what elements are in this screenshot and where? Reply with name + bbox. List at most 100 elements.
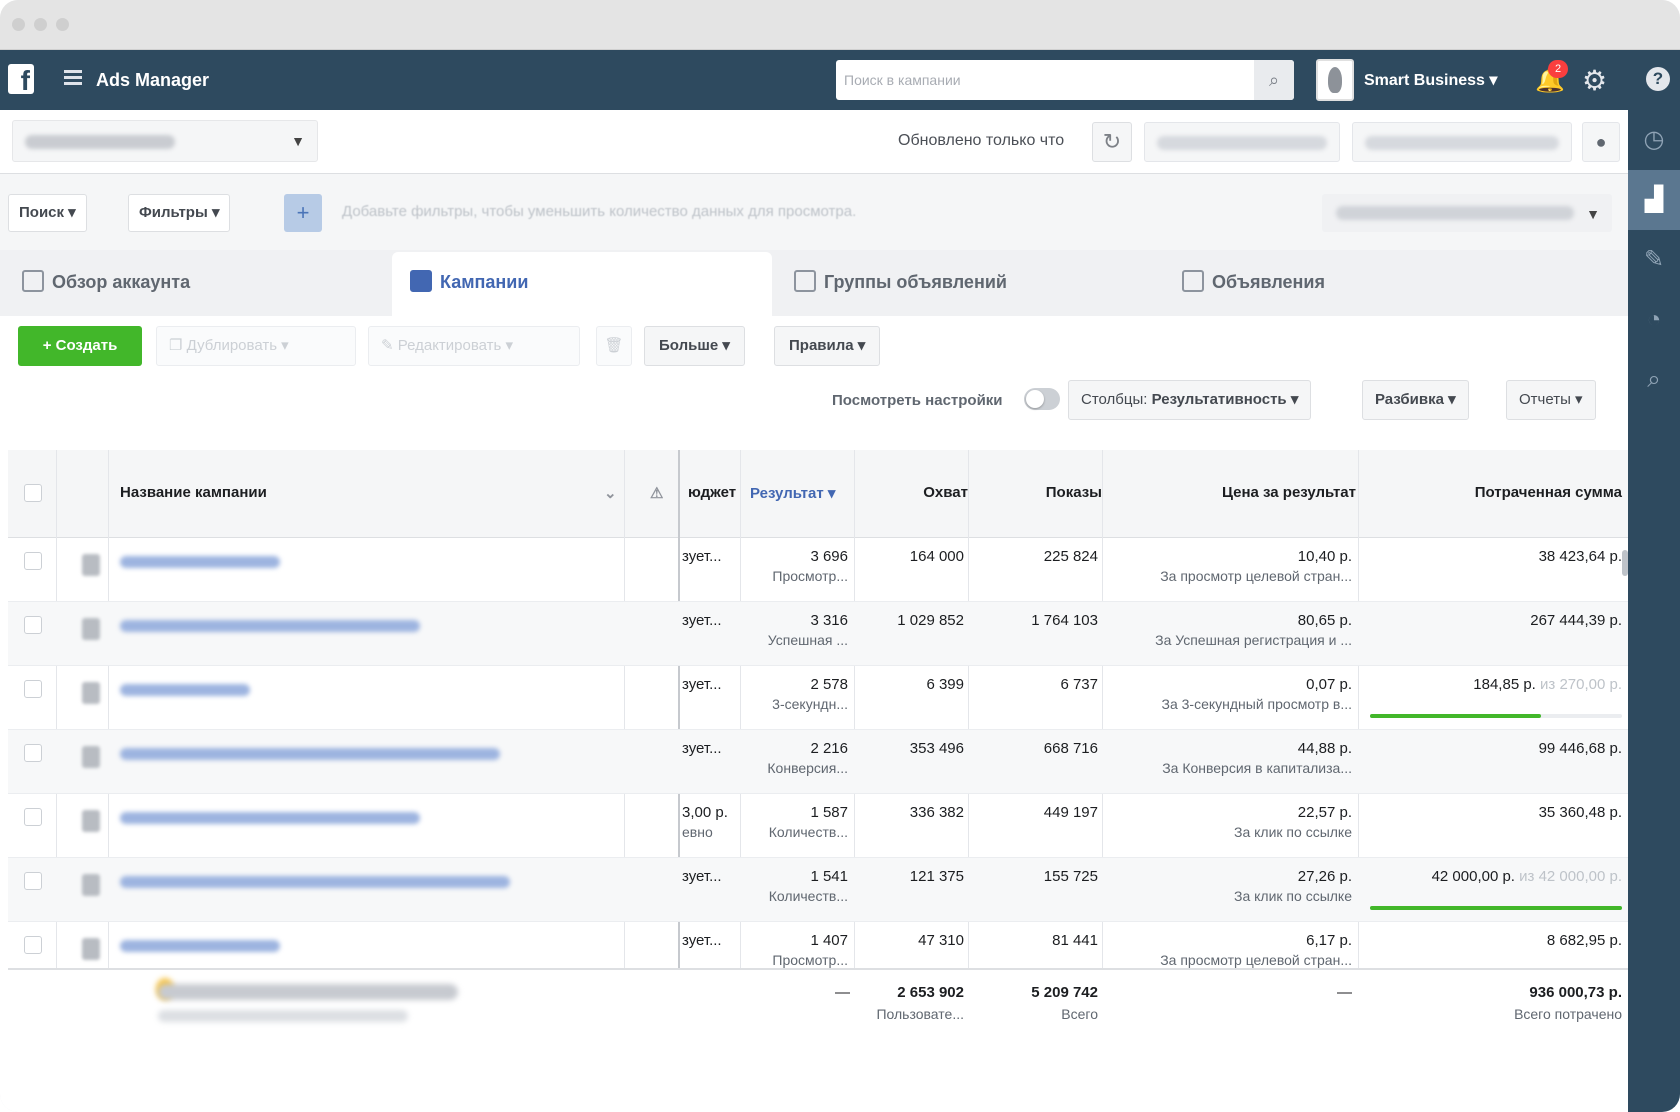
campaign-toolbar: + Создать ❐ Дублировать ▾ ✎ Редактироват… xyxy=(0,316,1628,436)
account-avatar[interactable] xyxy=(1316,59,1354,101)
header-amount-spent[interactable]: Потраченная сумма xyxy=(1368,484,1622,501)
result-value: 1 541 xyxy=(810,868,848,885)
total-spent-note: Всего потрачено xyxy=(1514,1006,1622,1022)
table-row[interactable]: зует... 2 578 3-секундн... 6 399 6 737 0,07 р… xyxy=(8,666,1628,730)
more-dropdown[interactable]: Больше ▾ xyxy=(644,326,745,366)
facebook-logo-icon[interactable]: f xyxy=(8,64,34,96)
campaign-name-link-blurred[interactable] xyxy=(120,556,280,568)
result-type: Успешная ... xyxy=(767,632,848,648)
header-result[interactable]: Результат ▾ xyxy=(750,484,835,502)
account-bar: ▼ Обновлено только что ↻ ● xyxy=(0,110,1628,174)
row-checkbox[interactable] xyxy=(24,936,42,954)
clock-icon[interactable]: ◔ xyxy=(1628,290,1680,350)
campaign-name-link-blurred[interactable] xyxy=(120,748,500,760)
campaign-name-link-blurred[interactable] xyxy=(120,620,420,632)
cost-value: 27,26 р. xyxy=(1297,868,1352,885)
row-checkbox[interactable] xyxy=(24,680,42,698)
spent-budget-note: из 270,00 р. xyxy=(1540,676,1622,693)
campaign-search-input[interactable] xyxy=(844,68,1244,92)
tab-ads[interactable]: Объявления xyxy=(1164,252,1544,316)
row-checkbox[interactable] xyxy=(24,616,42,634)
table-row[interactable]: зует... 3 696 Просмотр... 164 000 225 824 10,… xyxy=(8,538,1628,602)
header-cost-per-result[interactable]: Цена за результат xyxy=(1112,484,1356,501)
result-type: Просмотр... xyxy=(772,952,848,968)
reach-value: 1 029 852 xyxy=(897,612,964,629)
table-row[interactable]: зует... 3 316 Успешная ... 1 029 852 1 764 1… xyxy=(8,602,1628,666)
history-icon[interactable]: ◷ xyxy=(1628,110,1680,170)
campaign-name-link-blurred[interactable] xyxy=(120,876,510,888)
campaign-search: ⌕ xyxy=(836,60,1294,100)
campaign-name-link-blurred[interactable] xyxy=(120,684,250,696)
magnifier-icon[interactable]: ⌕ xyxy=(1628,350,1680,410)
window-close-dot[interactable] xyxy=(12,18,25,31)
discard-changes-button[interactable] xyxy=(1144,122,1340,162)
budget-value: зует... xyxy=(682,548,722,565)
tab-campaigns[interactable]: Кампании xyxy=(392,252,772,316)
header-impressions[interactable]: Показы xyxy=(978,484,1102,501)
create-button[interactable]: + Создать xyxy=(18,326,142,366)
table-row[interactable]: 3,00 р. евно 1 587 Количеств... 336 382 449 1… xyxy=(8,794,1628,858)
sort-icon[interactable]: ⌄ xyxy=(604,484,617,502)
table-row[interactable]: зует... 2 216 Конверсия... 353 496 668 716 44… xyxy=(8,730,1628,794)
result-type: 3-секундн... xyxy=(772,696,848,712)
search-filter-dropdown[interactable]: Поиск ▾ xyxy=(8,194,87,232)
date-range-selector[interactable]: ▼ xyxy=(1322,194,1612,232)
tab-ad-sets[interactable]: Группы объявлений xyxy=(776,252,1156,316)
filters-dropdown[interactable]: Фильтры ▾ xyxy=(128,194,231,232)
ad-account-selector[interactable]: ▼ xyxy=(12,120,318,162)
window-chrome xyxy=(0,0,1680,50)
header-campaign-name[interactable]: Название кампании xyxy=(120,484,267,501)
chart-icon[interactable]: ▟ xyxy=(1628,170,1680,230)
result-value: 1 587 xyxy=(810,804,848,821)
header-budget[interactable]: юджет xyxy=(688,484,736,501)
row-checkbox[interactable] xyxy=(24,872,42,890)
result-value: 2 578 xyxy=(810,676,848,693)
rules-dropdown[interactable]: Правила ▾ xyxy=(774,326,881,366)
header-reach[interactable]: Охват xyxy=(858,484,968,501)
total-reach: 2 653 902 xyxy=(897,984,964,1001)
select-all-checkbox[interactable] xyxy=(24,484,42,502)
edit-button[interactable]: ✎ Редактировать ▾ xyxy=(368,326,580,366)
cost-type: За просмотр целевой стран... xyxy=(1160,952,1352,968)
spent-value: 184,85 р. xyxy=(1473,676,1536,693)
app-window: f Ads Manager ⌕ Smart Business ▾ 🔔 2 ⚙ ?… xyxy=(0,0,1680,1112)
columns-prefix: Столбцы: xyxy=(1081,391,1148,408)
help-icon[interactable]: ? xyxy=(1646,67,1670,91)
reach-value: 47 310 xyxy=(918,932,964,949)
search-icon[interactable]: ⌕ xyxy=(1254,60,1294,100)
pencil-icon[interactable]: ✎ xyxy=(1628,230,1680,290)
row-checkbox[interactable] xyxy=(24,744,42,762)
spent-value: 8 682,95 р. xyxy=(1546,932,1622,949)
table-row[interactable]: зует... 1 541 Количеств... 121 375 155 725 27… xyxy=(8,858,1628,922)
columns-dropdown[interactable]: Столбцы: Результативность ▾ xyxy=(1068,380,1312,420)
row-checkbox[interactable] xyxy=(24,552,42,570)
delete-icon[interactable]: 🗑 xyxy=(596,326,632,366)
table-scrollbar[interactable] xyxy=(1622,550,1628,576)
breakdown-dropdown[interactable]: Разбивка ▾ xyxy=(1362,380,1469,420)
view-settings-toggle[interactable] xyxy=(1024,388,1060,410)
totals-sublabel-blurred xyxy=(158,1010,408,1022)
menu-icon[interactable] xyxy=(64,70,82,86)
budget-progress-fill xyxy=(1370,906,1622,910)
campaign-status-icon xyxy=(82,554,100,576)
window-minimize-dot[interactable] xyxy=(34,18,47,31)
duplicate-button[interactable]: ❐ Дублировать ▾ xyxy=(156,326,356,366)
refresh-button[interactable]: ↻ xyxy=(1092,122,1132,162)
settings-gear-icon[interactable]: ⚙ xyxy=(1582,64,1607,97)
columns-value: Результативность ▾ xyxy=(1151,391,1299,408)
campaign-name-link-blurred[interactable] xyxy=(120,940,280,952)
tab-label: Объявления xyxy=(1212,272,1325,292)
impressions-value: 81 441 xyxy=(1052,932,1098,949)
window-zoom-dot[interactable] xyxy=(56,18,69,31)
reports-dropdown[interactable]: Отчеты ▾ xyxy=(1506,380,1596,420)
tab-account-overview[interactable]: Обзор аккаунта xyxy=(4,252,384,316)
cost-value: 0,07 р. xyxy=(1306,676,1352,693)
campaign-status-icon xyxy=(82,938,100,960)
account-switcher[interactable]: Smart Business ▾ xyxy=(1364,70,1497,90)
status-indicator-button[interactable]: ● xyxy=(1582,122,1620,162)
main-content: ▼ Обновлено только что ↻ ● Поиск ▾ Фильт… xyxy=(0,110,1628,1112)
campaign-name-link-blurred[interactable] xyxy=(120,812,420,824)
row-checkbox[interactable] xyxy=(24,808,42,826)
add-filter-button[interactable]: + xyxy=(284,194,322,232)
review-publish-button[interactable] xyxy=(1352,122,1572,162)
